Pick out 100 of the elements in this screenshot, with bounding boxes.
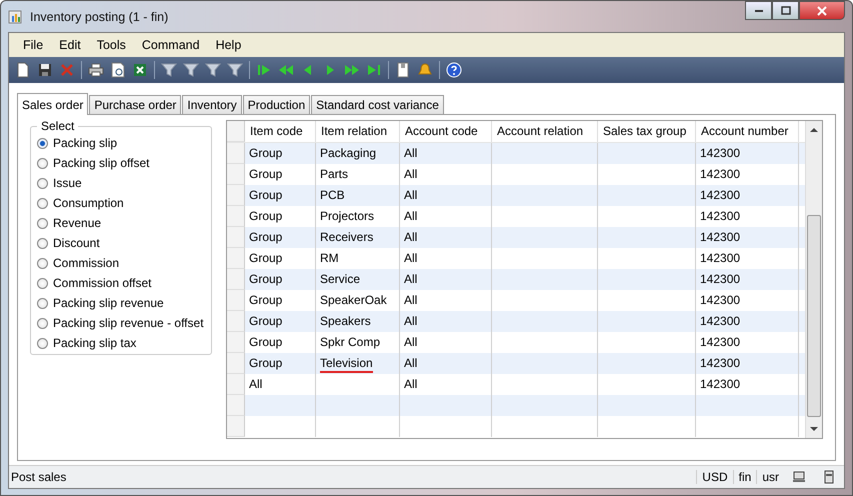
table-cell: Group — [249, 230, 282, 244]
table-cell: 142300 — [700, 335, 740, 349]
table-cell: Television — [320, 356, 373, 373]
table-cell: Group — [249, 314, 282, 328]
radio-button[interactable] — [37, 158, 48, 168]
table-cell: All — [404, 167, 418, 181]
save-icon[interactable] — [37, 62, 53, 78]
column-header[interactable]: Item code — [245, 121, 316, 142]
radio-button[interactable] — [37, 258, 48, 268]
window-title: Inventory posting (1 - fin) — [30, 10, 170, 24]
tab[interactable]: Production — [242, 95, 310, 114]
table-cell: All — [249, 377, 262, 391]
table-cell: All — [404, 251, 418, 265]
filter-icon[interactable] — [161, 62, 177, 78]
column-header[interactable]: Account code — [400, 121, 492, 142]
table-cell: Group — [249, 167, 282, 181]
maximize-button[interactable] — [772, 1, 799, 20]
radio-label[interactable]: Discount — [53, 236, 100, 250]
table-cell: All — [404, 293, 418, 307]
new-document-icon[interactable] — [15, 62, 31, 78]
table-cell: RM — [320, 251, 339, 265]
column-header[interactable]: Account number — [696, 121, 799, 142]
menu-item[interactable]: Tools — [88, 38, 134, 52]
table-cell: 142300 — [700, 293, 740, 307]
table-cell: Group — [249, 251, 282, 265]
radio-label[interactable]: Commission — [53, 256, 120, 270]
table-cell: Packaging — [320, 146, 376, 160]
radio-label[interactable]: Packing slip tax — [53, 336, 136, 350]
radio-button[interactable] — [37, 178, 48, 188]
table-cell: All — [404, 377, 418, 391]
table-cell: All — [404, 314, 418, 328]
table-cell: All — [404, 146, 418, 160]
tab[interactable]: Sales order — [17, 93, 88, 115]
table-cell: 142300 — [700, 356, 740, 370]
radio-button[interactable] — [37, 238, 48, 248]
menu-item[interactable]: File — [15, 38, 52, 52]
column-header[interactable]: Sales tax group — [598, 121, 696, 142]
table-cell: 142300 — [700, 272, 740, 286]
table-cell: Group — [249, 335, 282, 349]
menu-item[interactable]: Help — [208, 38, 250, 52]
radio-label[interactable]: Packing slip revenue - offset — [53, 316, 204, 330]
table-cell: Projectors — [320, 209, 374, 223]
table-cell: Spkr Comp — [320, 335, 380, 349]
close-button[interactable] — [799, 1, 845, 20]
radio-label[interactable]: Commission offset — [53, 276, 152, 290]
spreadsheet-icon[interactable] — [132, 62, 148, 78]
print-preview-icon[interactable] — [110, 62, 126, 78]
document-icon[interactable] — [395, 62, 411, 78]
tab[interactable]: Purchase order — [89, 95, 182, 114]
radio-button[interactable] — [37, 218, 48, 228]
radio-label[interactable]: Packing slip — [53, 136, 118, 150]
radio-button[interactable] — [37, 318, 48, 328]
radio-label[interactable]: Packing slip revenue — [53, 296, 164, 310]
table-cell: 142300 — [700, 230, 740, 244]
column-header[interactable]: Account relation — [492, 121, 598, 142]
last-record-icon[interactable] — [366, 62, 382, 78]
menu-item[interactable]: Edit — [51, 38, 89, 52]
filter-icon[interactable] — [227, 62, 243, 78]
scrollbar[interactable] — [805, 121, 822, 438]
close-icon — [816, 6, 828, 16]
table-cell: 142300 — [700, 188, 740, 202]
radio-label[interactable]: Consumption — [53, 196, 124, 210]
menu-item[interactable]: Command — [134, 38, 208, 52]
tab[interactable]: Inventory — [182, 95, 242, 114]
currency-indicator: USD — [696, 470, 733, 484]
radio-label[interactable]: Revenue — [53, 216, 102, 230]
radio-button[interactable] — [37, 338, 48, 348]
table-cell: All — [404, 230, 418, 244]
fast-forward-icon[interactable] — [344, 62, 360, 78]
table-cell: 142300 — [700, 209, 740, 223]
tab[interactable]: Standard cost variance — [311, 95, 444, 114]
table-cell: Group — [249, 272, 282, 286]
printer-icon[interactable] — [88, 62, 104, 78]
rewind-icon[interactable] — [278, 62, 294, 78]
radio-label[interactable]: Packing slip offset — [53, 156, 150, 170]
table-cell: All — [404, 356, 418, 370]
minimize-icon — [754, 10, 762, 12]
filter-icon[interactable] — [183, 62, 199, 78]
radio-button[interactable] — [37, 198, 48, 208]
minimize-button[interactable] — [745, 1, 772, 20]
help-icon[interactable] — [446, 62, 462, 78]
table-cell: All — [404, 188, 418, 202]
table-cell: Receivers — [320, 230, 374, 244]
computer-icon — [792, 470, 806, 484]
table-cell: 142300 — [700, 314, 740, 328]
radio-button[interactable] — [37, 298, 48, 308]
user-indicator: usr — [756, 470, 784, 484]
scroll-down-icon[interactable] — [810, 427, 818, 432]
radio-button[interactable] — [37, 278, 48, 288]
radio-label[interactable]: Issue — [53, 176, 82, 190]
table-cell: 142300 — [700, 251, 740, 265]
filter-icon[interactable] — [205, 62, 221, 78]
first-record-icon[interactable] — [256, 62, 272, 78]
table-cell: SpeakerOak — [320, 293, 387, 307]
radio-button[interactable] — [37, 138, 48, 148]
scroll-up-icon[interactable] — [810, 127, 818, 132]
table-cell: Group — [249, 293, 282, 307]
status-message: Post sales — [10, 470, 66, 484]
column-header[interactable]: Item relation — [316, 121, 400, 142]
table-cell: Group — [249, 356, 282, 370]
